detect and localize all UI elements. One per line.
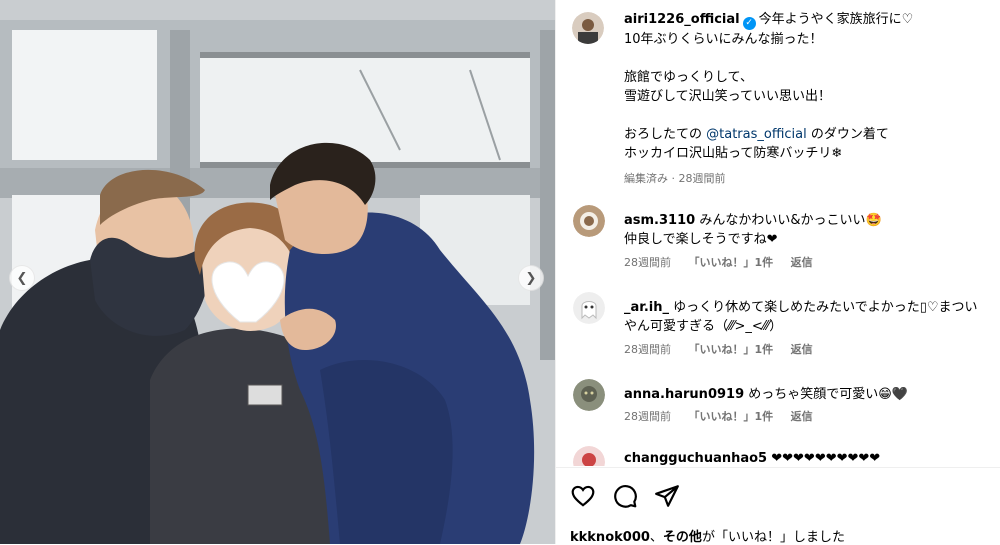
heart-icon[interactable] [570, 483, 596, 513]
comment-actions: 28週間前 「いいね！」1件 返信 [624, 408, 827, 424]
commenter-avatar[interactable] [573, 379, 605, 411]
comment-text: ❤❤❤❤❤❤❤❤❤❤ [771, 451, 881, 466]
likes-separator: 、 [649, 530, 663, 545]
reply-button[interactable]: 返信 [791, 256, 813, 269]
caption-line: 今年ようやく家族旅行に♡ [758, 12, 914, 27]
caption-text: おろしたての [624, 127, 707, 142]
commenter-username[interactable]: changguchuanhao5 [624, 451, 767, 466]
comment-icon[interactable] [612, 483, 638, 513]
reply-button[interactable]: 返信 [791, 410, 813, 423]
caption-line: 旅館でゆっくりして、 [624, 70, 753, 85]
comment-time: 28週間前 [624, 410, 671, 423]
caption-line: 雪遊びして沢山笑っていい思い出！ [624, 89, 831, 104]
likes-others-link[interactable]: その他 [663, 530, 702, 545]
comment-text: めっちゃ笑顔で可愛い😁🖤 [748, 387, 909, 402]
post-photo[interactable]: ❮ ❯ [0, 0, 555, 544]
comment-text: 仲良しで楽しそうですね❤ [624, 232, 778, 247]
comment-text: やん可愛すぎる（⁄⁄⁄>_<⁄⁄⁄） [624, 319, 783, 334]
chevron-right-icon[interactable]: ❯ [518, 265, 544, 291]
comment-time: 28週間前 [624, 256, 671, 269]
caption-line: 10年ぶりくらいにみんな揃った！ [624, 32, 823, 47]
verified-badge-icon: ✓ [742, 17, 756, 30]
commenter-username[interactable]: asm.3110 [624, 213, 695, 228]
comment-like-count[interactable]: 「いいね！」1件 [689, 256, 774, 269]
chevron-left-icon[interactable]: ❮ [9, 265, 35, 291]
mention-link[interactable]: @tatras_official [706, 127, 807, 142]
author-username[interactable]: airi1226_official [624, 12, 740, 27]
likes-suffix: が「いいね！」しました [701, 530, 845, 545]
comment-actions: 28週間前 「いいね！」1件 返信 [624, 341, 827, 357]
caption-line: ホッカイロ沢山貼って防寒バッチリ❄ [624, 146, 843, 161]
reply-button[interactable]: 返信 [791, 343, 813, 356]
caption-meta: 編集済み · 28週間前 [624, 172, 726, 185]
comment-actions: 28週間前 「いいね！」1件 返信 [624, 254, 827, 270]
comment-like-count[interactable]: 「いいね！」1件 [689, 343, 774, 356]
comment-text: みんなかわいい&かっこいい🤩 [699, 213, 882, 228]
post-panel: airi1226_official ✓ 今年ようやく家族旅行に♡ 10年ぶりくらいに… [555, 0, 1000, 544]
commenter-avatar[interactable] [573, 292, 605, 324]
divider [555, 467, 1000, 468]
commenter-username[interactable]: _ar.ih_ [624, 300, 669, 315]
author-avatar[interactable] [572, 12, 604, 44]
comment-time: 28週間前 [624, 343, 671, 356]
commenter-username[interactable]: anna.harun0919 [624, 387, 744, 402]
photo-illustration [0, 0, 555, 544]
commenter-avatar[interactable] [573, 446, 605, 466]
caption-text: のダウン着て [806, 127, 889, 142]
post-caption: airi1226_official ✓ 今年ようやく家族旅行に♡ 10年ぶりくらいに… [624, 10, 994, 188]
likes-summary: kkknok000、その他が「いいね！」しました [570, 526, 845, 545]
comment-like-count[interactable]: 「いいね！」1件 [689, 410, 774, 423]
liker-username[interactable]: kkknok000 [570, 530, 650, 545]
share-icon[interactable] [654, 483, 680, 513]
post-action-bar [570, 483, 680, 513]
commenter-avatar[interactable] [573, 205, 605, 237]
comment-item: changguchuanhao5 ❤❤❤❤❤❤❤❤❤❤ [573, 446, 993, 466]
comment-text: ゆっくり休めて楽しめたみたいでよかった▯♡まつい [673, 300, 978, 315]
